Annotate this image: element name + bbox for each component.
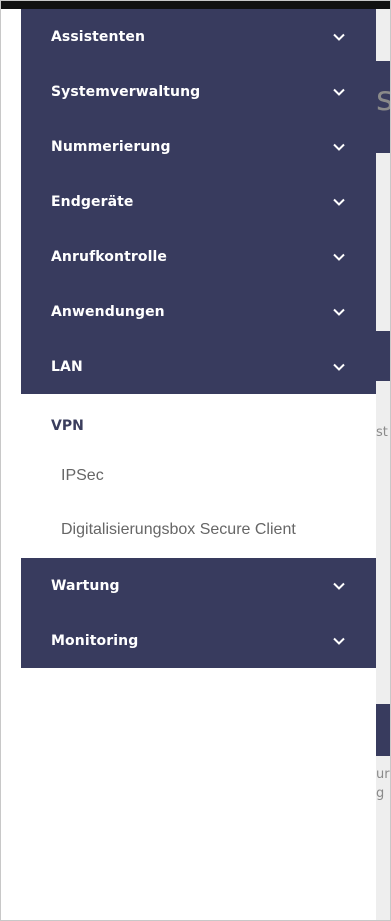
sidebar-item-vpn[interactable]: VPN <box>21 402 376 446</box>
sidebar-item-label: LAN <box>51 358 83 375</box>
chevron-down-icon <box>333 88 345 96</box>
background-panel-block <box>376 331 390 381</box>
chevron-down-icon <box>333 253 345 261</box>
sidebar-bottom-group: Wartung Monitoring <box>21 558 376 668</box>
app-frame: sb st ur g Assistenten Systemverwaltung … <box>0 0 391 921</box>
submenu-link-ipsec[interactable]: IPSec <box>21 462 376 490</box>
sidebar-item-label: Monitoring <box>51 632 139 649</box>
sidebar-item-label: Nummerierung <box>51 138 171 155</box>
sidebar-item-label: Systemverwaltung <box>51 83 201 100</box>
background-text-fragment: st <box>376 425 388 440</box>
sidebar-item-nummerierung[interactable]: Nummerierung <box>21 119 376 174</box>
sidebar-item-endgeraete[interactable]: Endgeräte <box>21 174 376 229</box>
sidebar-item-lan[interactable]: LAN <box>21 339 376 394</box>
top-border <box>1 1 390 9</box>
chevron-down-icon <box>333 637 345 645</box>
background-panel-block <box>376 704 390 756</box>
sidebar-item-label: Wartung <box>51 577 120 594</box>
sidebar-item-anrufkontrolle[interactable]: Anrufkontrolle <box>21 229 376 284</box>
sidebar-submenu-vpn: VPN IPSec Digitalisierungsbox Secure Cli… <box>21 394 376 558</box>
chevron-down-icon <box>333 582 345 590</box>
sidebar-nav: Assistenten Systemverwaltung Nummerierun… <box>21 9 376 920</box>
sidebar-item-label: Assistenten <box>51 28 146 45</box>
chevron-down-icon <box>333 363 345 371</box>
chevron-down-icon <box>333 198 345 206</box>
sidebar-item-systemverwaltung[interactable]: Systemverwaltung <box>21 64 376 119</box>
sidebar-item-assistenten[interactable]: Assistenten <box>21 9 376 64</box>
sidebar-item-label: Anrufkontrolle <box>51 248 167 265</box>
sidebar-item-anwendungen[interactable]: Anwendungen <box>21 284 376 339</box>
submenu-link-secure-client[interactable]: Digitalisierungsbox Secure Client <box>21 516 376 544</box>
chevron-down-icon <box>333 33 345 41</box>
sidebar-item-wartung[interactable]: Wartung <box>21 558 376 613</box>
chevron-down-icon <box>333 308 345 316</box>
background-text-fragment: ur <box>376 767 390 782</box>
chevron-down-icon <box>333 143 345 151</box>
background-title-fragment: sb <box>376 79 390 119</box>
sidebar-item-label: Endgeräte <box>51 193 134 210</box>
sidebar-item-label: Anwendungen <box>51 303 165 320</box>
sidebar-item-monitoring[interactable]: Monitoring <box>21 613 376 668</box>
background-text-fragment: g <box>376 786 385 801</box>
sidebar-top-group: Assistenten Systemverwaltung Nummerierun… <box>21 9 376 394</box>
